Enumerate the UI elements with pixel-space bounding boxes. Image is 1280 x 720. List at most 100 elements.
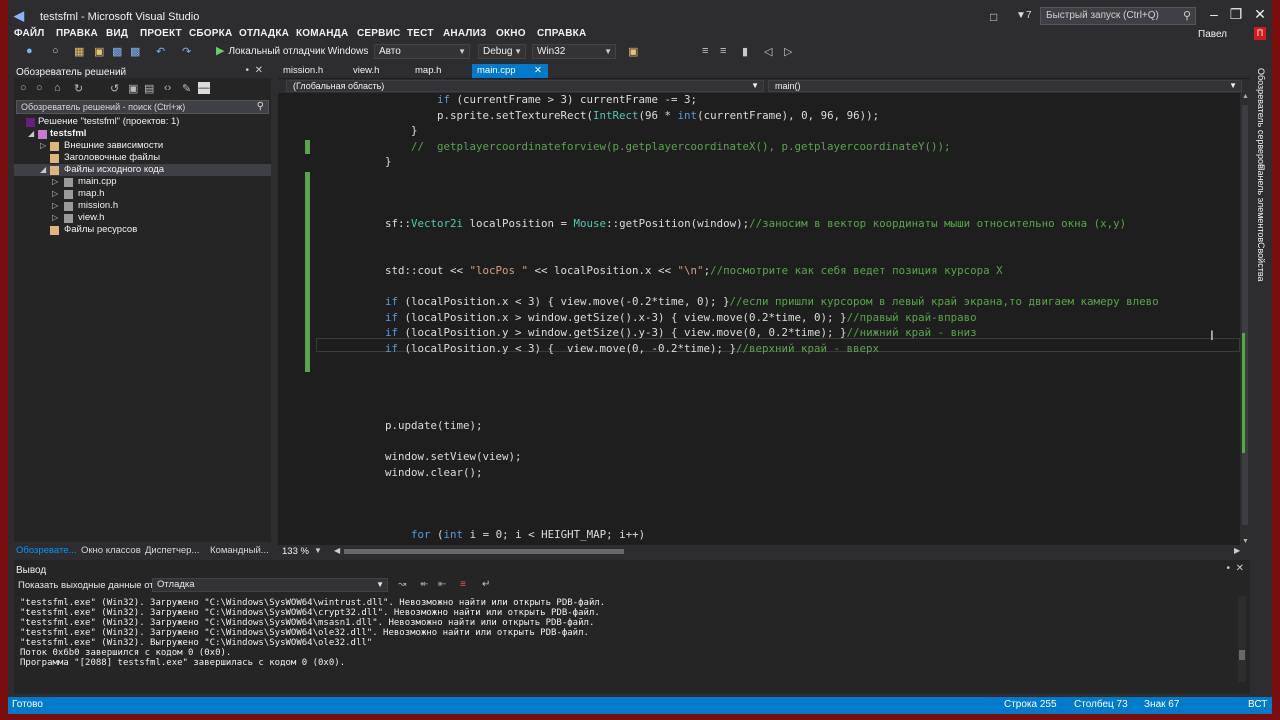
properties-icon[interactable]: ✎ [182, 82, 191, 95]
quick-launch-input[interactable]: Быстрый запуск (Ctrl+Q) ⚲ [1040, 7, 1196, 25]
forward-icon[interactable]: ○ [36, 82, 43, 94]
tree-item-file[interactable]: ▷ main.cpp [14, 176, 271, 188]
menu-window[interactable]: ОКНО [496, 28, 526, 39]
tree-item-file[interactable]: ▷ view.h [14, 212, 271, 224]
start-debugging-button[interactable]: ▶ Локальный отладчик Windows [216, 44, 368, 57]
pin-icon[interactable]: • [1226, 563, 1230, 574]
show-all-files-icon[interactable]: ▤ [144, 82, 154, 95]
config-combo[interactable]: Debug ▼ [478, 44, 526, 59]
tree-item-header-files[interactable]: Заголовочные файлы [14, 152, 271, 164]
scrollbar-thumb[interactable] [344, 549, 624, 554]
close-icon[interactable]: ✕ [534, 64, 542, 78]
zoom-dropdown-icon[interactable]: ▼ [314, 546, 322, 555]
properties-tab[interactable]: Свойства [1256, 242, 1266, 282]
open-folder-icon[interactable]: ▣ [94, 45, 104, 58]
undo-icon[interactable]: ↶ [156, 45, 165, 58]
save-icon[interactable]: ▩ [112, 45, 122, 58]
menu-view[interactable]: ВИД [106, 28, 128, 39]
feedback-flag-icon[interactable]: ▼ [1016, 10, 1026, 21]
new-project-icon[interactable]: ▦ [74, 45, 84, 58]
tab-team-explorer[interactable]: Командный... [210, 545, 269, 556]
menu-help[interactable]: СПРАВКА [537, 28, 586, 39]
collapse-all-icon[interactable]: ▣ [128, 82, 138, 95]
comment-icon[interactable]: ≡ [702, 45, 708, 57]
next-bookmark-icon[interactable]: ▷ [784, 45, 792, 58]
forward-icon[interactable]: ○ [52, 45, 59, 57]
tree-item-source-files[interactable]: ◢ Файлы исходного кода [14, 164, 271, 176]
find-in-output-icon[interactable]: ⇤ [438, 579, 446, 590]
view-code-icon[interactable]: ‹› [164, 82, 171, 94]
user-name[interactable]: Павел [1198, 29, 1227, 40]
tree-item-file[interactable]: ▷ mission.h [14, 200, 271, 212]
prev-bookmark-icon[interactable]: ◁ [764, 45, 772, 58]
menu-team[interactable]: КОМАНДА [296, 28, 348, 39]
refresh-icon[interactable]: ↺ [110, 82, 119, 95]
pin-icon[interactable]: • [245, 65, 249, 76]
scroll-left-icon[interactable]: ◀ [334, 546, 340, 555]
tab-map-h[interactable]: map.h [410, 64, 446, 78]
server-explorer-tab[interactable]: Обозреватель серверов [1256, 68, 1266, 169]
tree-item-resource-files[interactable]: Файлы ресурсов [14, 224, 271, 236]
tab-mission-h[interactable]: mission.h [278, 64, 328, 78]
solution-config-combo[interactable]: Авто ▼ [374, 44, 470, 59]
output-source-combo[interactable]: Отладка ▼ [152, 578, 388, 592]
close-icon[interactable]: ✕ [255, 65, 263, 76]
collapse-icon[interactable]: ▷ [52, 188, 58, 200]
menu-file[interactable]: ФАЙЛ [14, 28, 45, 39]
collapse-icon[interactable]: ▷ [52, 200, 58, 212]
tab-property-manager[interactable]: Диспетчер... [145, 545, 199, 556]
close-icon[interactable]: ✕ [1236, 563, 1244, 574]
tree-item-file[interactable]: ▷ map.h [14, 188, 271, 200]
menu-build[interactable]: СБОРКА [189, 28, 232, 39]
scope-dropdown[interactable]: (Глобальная область) ▼ [286, 80, 764, 92]
tab-class-view[interactable]: Окно классов [81, 545, 141, 556]
editor-horizontal-scrollbar[interactable]: 133 % ▼ ◀ ▶ [278, 545, 1250, 558]
collapse-icon[interactable]: ▷ [52, 212, 58, 224]
back-icon[interactable]: ○ [20, 82, 27, 94]
menu-project[interactable]: ПРОЕКТ [140, 28, 182, 39]
save-all-icon[interactable]: ▩ [130, 45, 140, 58]
platform-combo[interactable]: Win32 ▼ [532, 44, 616, 59]
clear-all-icon[interactable]: ≡ [460, 579, 466, 590]
scrollbar-thumb[interactable] [1239, 650, 1245, 660]
toolbox-tab[interactable]: Панель элементов [1256, 164, 1266, 242]
user-avatar[interactable]: П [1254, 27, 1266, 40]
output-scrollbar[interactable] [1238, 596, 1246, 682]
tab-view-h[interactable]: view.h [348, 64, 384, 78]
minimize-button[interactable]: – [1202, 6, 1226, 26]
uncomment-icon[interactable]: ≡ [720, 45, 726, 57]
tree-item-external-deps[interactable]: ▷ Внешние зависимости [14, 140, 271, 152]
go-to-next-icon[interactable]: ↞ [420, 579, 428, 590]
back-icon[interactable]: ● [26, 45, 33, 57]
tab-main-cpp[interactable]: main.cpp ✕ [472, 64, 548, 78]
notifications-icon[interactable]: □ [990, 10, 997, 24]
menu-edit[interactable]: ПРАВКА [56, 28, 98, 39]
scrollbar-thumb[interactable] [1242, 105, 1248, 525]
maximize-button[interactable]: ❐ [1224, 6, 1248, 26]
collapse-icon[interactable]: ▷ [40, 140, 46, 152]
member-dropdown[interactable]: main() ▼ [768, 80, 1242, 92]
scroll-down-icon[interactable]: ▼ [1242, 538, 1249, 545]
zoom-level[interactable]: 133 % [282, 546, 309, 557]
menu-analyze[interactable]: АНАЛИЗ [443, 28, 486, 39]
tree-item-solution[interactable]: Решение "testsfml" (проектов: 1) [14, 116, 271, 128]
scroll-right-icon[interactable]: ▶ [1234, 546, 1240, 555]
redo-icon[interactable]: ↷ [182, 45, 191, 58]
find-icon[interactable]: ▣ [628, 45, 638, 58]
preview-icon[interactable]: — [198, 82, 210, 94]
word-wrap-icon[interactable]: ↵ [482, 579, 490, 590]
tree-item-project[interactable]: ◢ testsfml [14, 128, 271, 140]
menu-tools[interactable]: СЕРВИС [357, 28, 400, 39]
menu-debug[interactable]: ОТЛАДКА [239, 28, 289, 39]
sync-icon[interactable]: ↻ [74, 82, 83, 95]
bookmark-icon[interactable]: ▮ [742, 45, 748, 58]
code-area[interactable]: if (currentFrame > 3) currentFrame -= 3;… [316, 93, 1240, 545]
solution-search-input[interactable]: Обозреватель решений - поиск (Ctrl+ж) ⚲ [16, 100, 269, 114]
menu-test[interactable]: ТЕСТ [407, 28, 434, 39]
editor-vertical-scrollbar[interactable]: ▲ ▼ [1240, 93, 1250, 545]
collapse-icon[interactable]: ▷ [52, 176, 58, 188]
home-icon[interactable]: ⌂ [54, 82, 61, 94]
expand-icon[interactable]: ◢ [40, 164, 46, 176]
expand-icon[interactable]: ◢ [28, 128, 34, 140]
close-button[interactable]: ✕ [1248, 6, 1272, 26]
